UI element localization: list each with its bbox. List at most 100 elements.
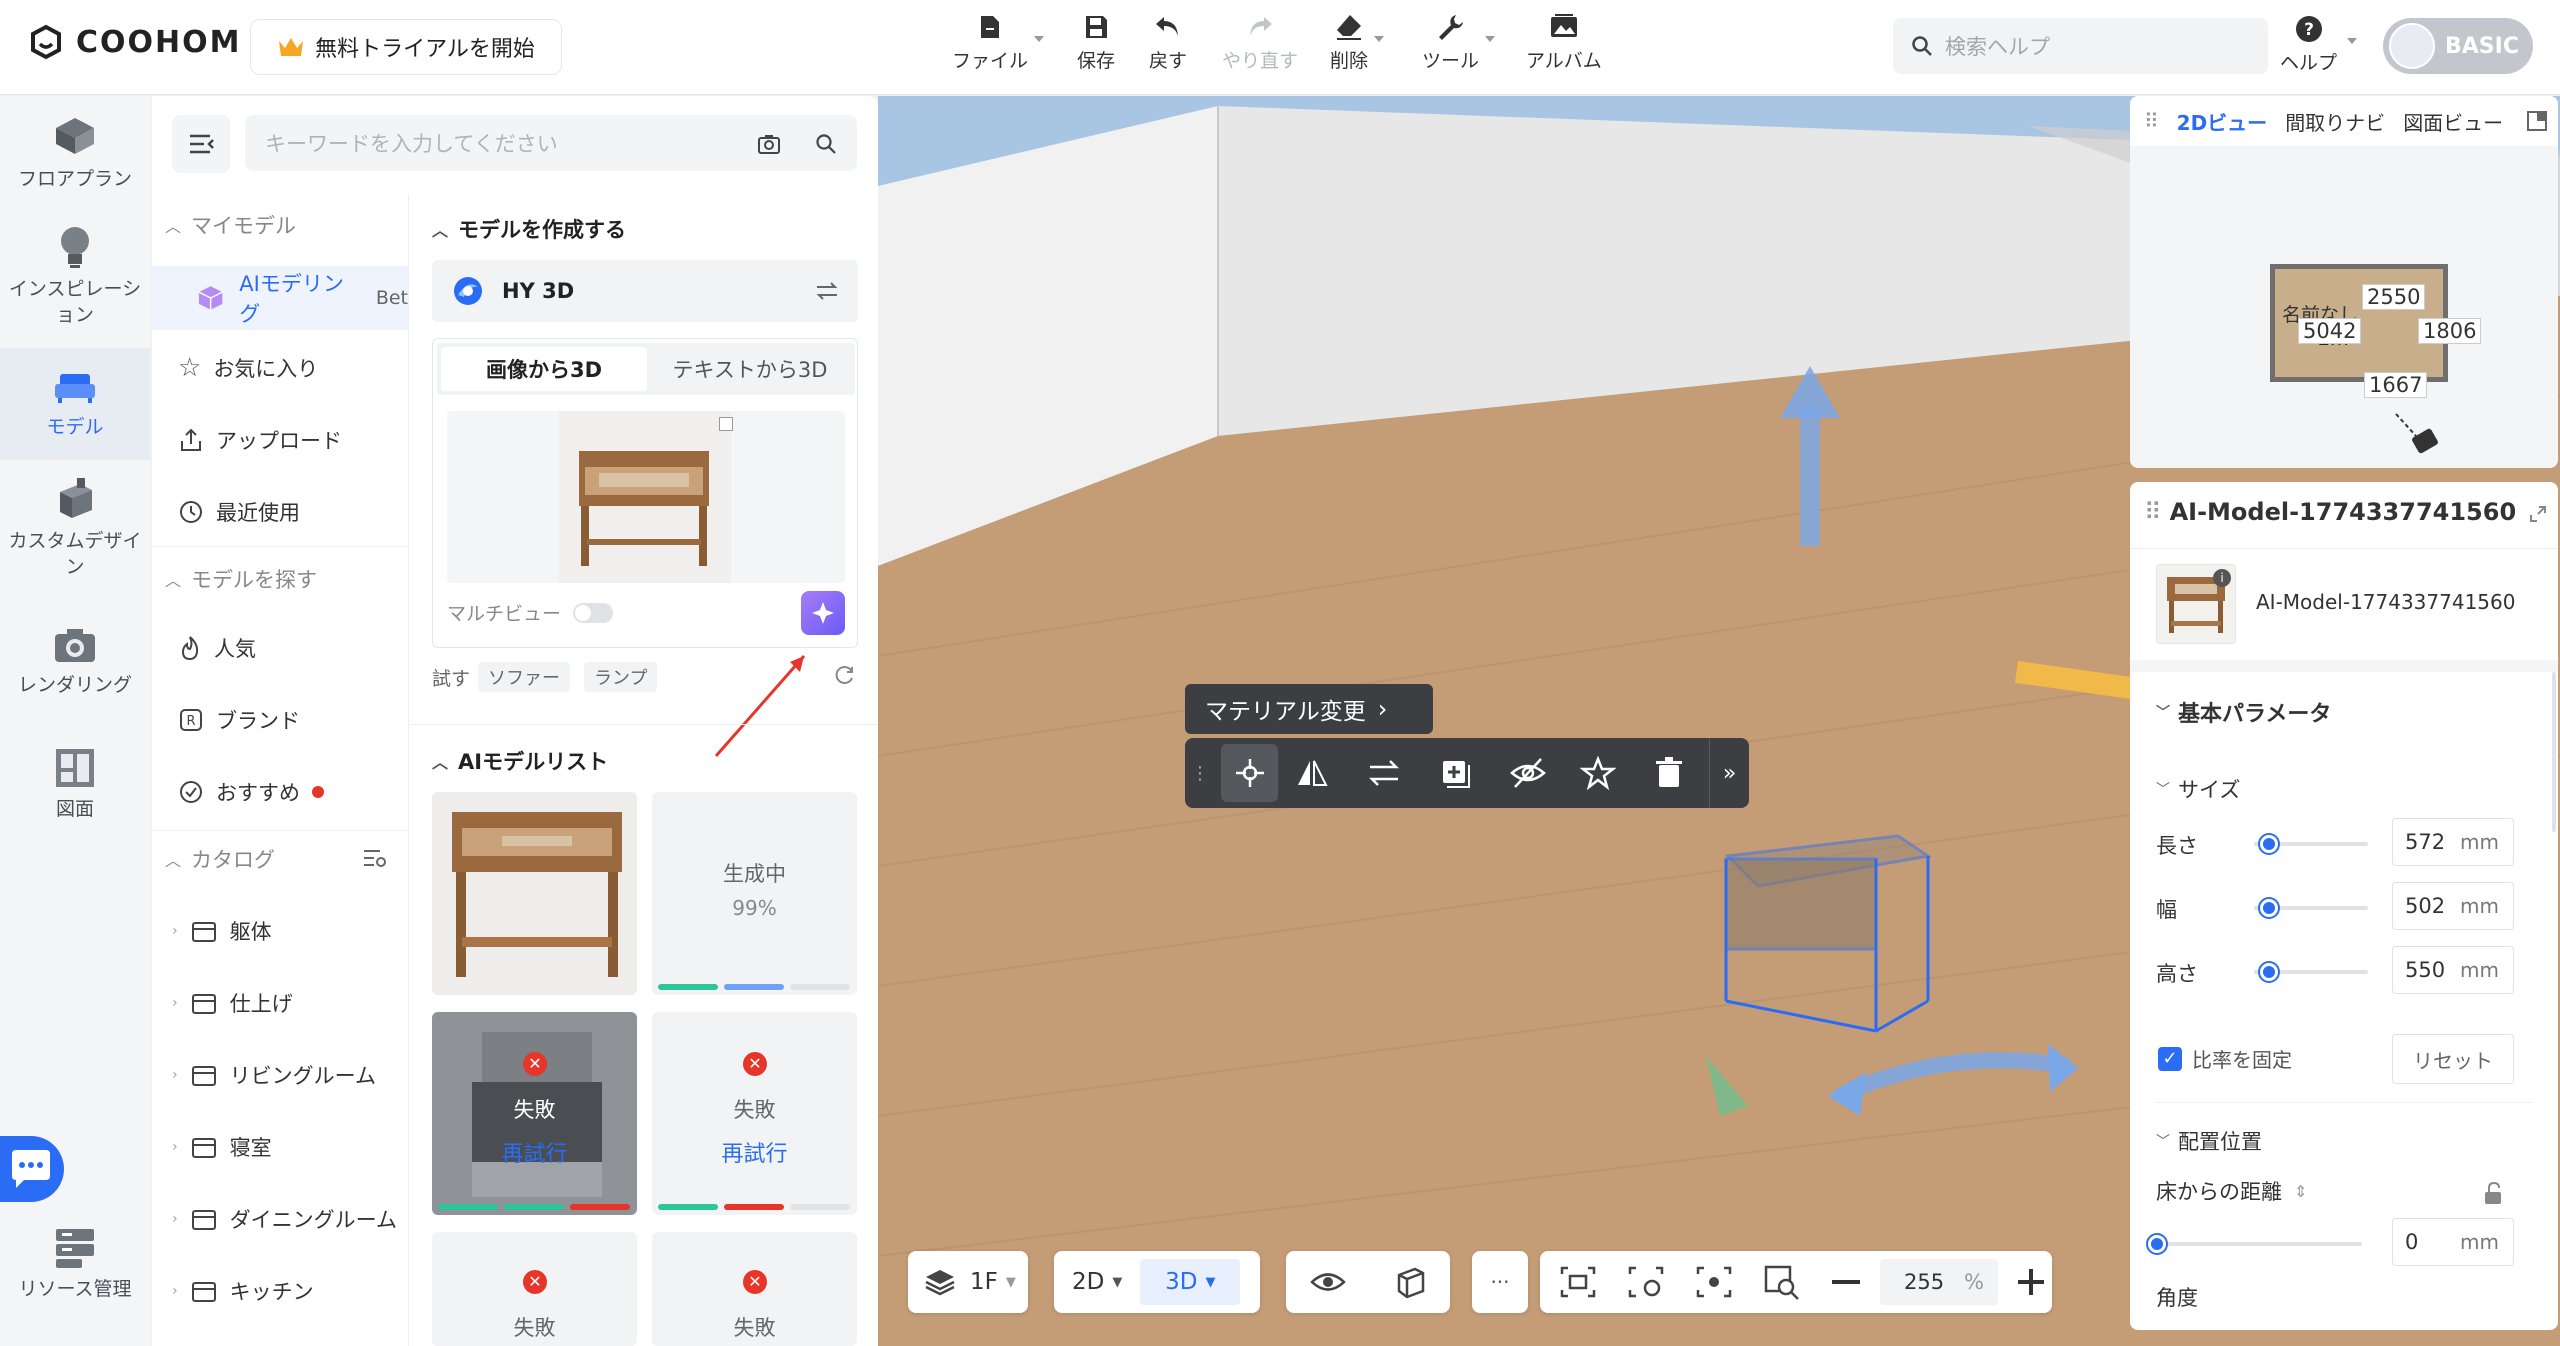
- try-tag[interactable]: ソファー: [478, 662, 571, 692]
- multiview-toggle[interactable]: [573, 602, 614, 623]
- material-change-button[interactable]: マテリアル変更 ›: [1185, 684, 1433, 734]
- box-view-icon[interactable]: [1393, 1265, 1427, 1299]
- floor-distance-slider[interactable]: [2148, 1235, 2362, 1253]
- catalog-section[interactable]: ︿ カタログ: [165, 844, 275, 874]
- generate-button[interactable]: [801, 591, 845, 635]
- view-2d-button[interactable]: 2D ▼: [1072, 1269, 1122, 1295]
- nav-floorplan[interactable]: フロアプラン: [0, 114, 150, 224]
- trial-button[interactable]: 無料トライアルを開始: [250, 19, 562, 75]
- tab-drawing-view[interactable]: 図面ビュー: [2403, 107, 2503, 136]
- more-options-button[interactable]: ···: [1472, 1251, 1528, 1313]
- height-input[interactable]: 550 mm: [2392, 946, 2514, 994]
- width-input[interactable]: 502 mm: [2392, 882, 2514, 930]
- size-section-header[interactable]: ﹀ サイズ: [2156, 774, 2240, 804]
- collapse-panel-button[interactable]: [172, 115, 230, 173]
- zoom-input[interactable]: 255 %: [1880, 1259, 1998, 1305]
- nav-rendering[interactable]: レンダリング: [0, 626, 150, 726]
- image-remove-icon[interactable]: [719, 417, 733, 431]
- reset-button[interactable]: リセット: [2392, 1034, 2514, 1084]
- mirror-button[interactable]: [1294, 755, 1349, 791]
- catalog-item[interactable]: › キッチン: [172, 1276, 314, 1306]
- undo-button[interactable]: 戻す: [1149, 12, 1187, 73]
- nav-custom-design[interactable]: カスタムデザイン: [0, 476, 150, 606]
- drag-handle-icon[interactable]: ⠿: [2144, 109, 2159, 133]
- width-slider[interactable]: [2254, 899, 2368, 917]
- model-card-generating[interactable]: 生成中 99%: [652, 792, 857, 995]
- engine-selector[interactable]: HY 3D: [432, 260, 858, 322]
- hide-button[interactable]: [1509, 755, 1564, 791]
- nav-resources[interactable]: リソース管理: [0, 1226, 150, 1326]
- chat-support-button[interactable]: [0, 1136, 64, 1202]
- try-tag[interactable]: ランプ: [584, 662, 658, 692]
- app-logo[interactable]: COOHOM: [28, 24, 242, 60]
- search-icon[interactable]: [815, 133, 837, 155]
- ai-model-list-header[interactable]: ︿ AIモデルリスト: [432, 746, 608, 776]
- catalog-item[interactable]: › ダイニングルーム: [172, 1204, 397, 1234]
- height-slider[interactable]: [2254, 963, 2368, 981]
- sidebar-item-popular[interactable]: 人気: [178, 633, 256, 663]
- image-drop-zone[interactable]: [447, 411, 845, 583]
- help-search-input[interactable]: 検索ヘルプ: [1893, 18, 2268, 74]
- drag-handle-icon[interactable]: ⋮: [1191, 763, 1209, 784]
- model-search-input[interactable]: キーワードを入力してください: [245, 115, 857, 171]
- model-card-failed-bed[interactable]: ✕ 失敗 再試行: [432, 1012, 637, 1215]
- view-3d-button[interactable]: 3D ▼: [1140, 1259, 1241, 1305]
- refresh-icon[interactable]: [834, 664, 856, 686]
- lock-ratio-checkbox[interactable]: ✓: [2158, 1046, 2182, 1071]
- model-card-failed[interactable]: ✕ 失敗: [432, 1232, 637, 1346]
- catalog-item[interactable]: › 躯体: [172, 916, 272, 946]
- filter-settings-icon[interactable]: [362, 846, 388, 870]
- more-tools-button[interactable]: »: [1709, 738, 1749, 808]
- length-slider[interactable]: [2254, 835, 2368, 853]
- user-account-button[interactable]: BASIC: [2383, 18, 2533, 74]
- slider-knob[interactable]: [2260, 835, 2278, 853]
- nav-inspiration[interactable]: インスピレーション: [0, 224, 150, 344]
- catalog-item[interactable]: › 寝室: [172, 1132, 272, 1162]
- my-models-section[interactable]: ︿ マイモデル: [165, 210, 296, 240]
- save-button[interactable]: 保存: [1077, 12, 1115, 73]
- album-button[interactable]: アルバム: [1526, 12, 1602, 73]
- sort-icon[interactable]: ⇕: [2294, 1182, 2307, 1201]
- expand-icon[interactable]: [2528, 504, 2548, 524]
- unlock-icon[interactable]: [2480, 1180, 2506, 1206]
- tab-floor-nav[interactable]: 間取りナビ: [2285, 107, 2385, 136]
- floor-selector[interactable]: 1F ▼: [908, 1251, 1028, 1313]
- sidebar-item-ai-modeling[interactable]: AIモデリング Bet: [152, 266, 408, 330]
- slider-knob[interactable]: [2260, 963, 2278, 981]
- sidebar-item-favorites[interactable]: ☆ お気に入り: [178, 353, 318, 383]
- zoom-out-button[interactable]: [1832, 1280, 1860, 1284]
- duplicate-button[interactable]: [1437, 755, 1492, 791]
- sidebar-item-recommended[interactable]: おすすめ: [178, 777, 324, 807]
- image-search-icon[interactable]: [757, 133, 781, 155]
- file-menu-button[interactable]: ファイル: [952, 12, 1045, 73]
- slider-knob[interactable]: [2260, 899, 2278, 917]
- tab-text-to-3d[interactable]: テキストから3D: [647, 347, 853, 391]
- scrollbar[interactable]: [2552, 672, 2556, 832]
- tab-2d-view[interactable]: 2Dビュー: [2177, 107, 2268, 136]
- zoom-region-icon[interactable]: [1762, 1263, 1802, 1301]
- catalog-item[interactable]: › リビングルーム: [172, 1060, 376, 1090]
- basic-params-header[interactable]: ﹀ 基本パラメータ: [2156, 696, 2331, 728]
- nav-model[interactable]: モデル: [0, 348, 150, 460]
- delete-object-button[interactable]: [1652, 755, 1702, 791]
- camera-settings-icon[interactable]: [1626, 1264, 1666, 1300]
- slider-knob[interactable]: [2148, 1235, 2166, 1253]
- create-model-header[interactable]: ︿ モデルを作成する: [432, 214, 626, 244]
- find-models-section[interactable]: ︿ モデルを探す: [165, 564, 317, 594]
- catalog-item[interactable]: › 仕上げ: [172, 988, 293, 1018]
- floor-distance-input[interactable]: 0 mm: [2392, 1218, 2514, 1266]
- camera-fit-icon[interactable]: [1558, 1264, 1598, 1300]
- retry-link[interactable]: 再試行: [652, 1136, 857, 1168]
- sidebar-item-recent[interactable]: 最近使用: [178, 497, 300, 527]
- tools-menu-button[interactable]: ツール: [1422, 12, 1496, 73]
- model-card-nightstand[interactable]: [432, 792, 637, 995]
- tab-image-to-3d[interactable]: 画像から3D: [441, 347, 647, 391]
- sidebar-item-brand[interactable]: R ブランド: [178, 705, 300, 735]
- zoom-in-icon[interactable]: [2016, 1267, 2046, 1297]
- model-card-failed[interactable]: ✕ 失敗 再試行: [652, 1012, 857, 1215]
- info-icon[interactable]: i: [2213, 569, 2231, 587]
- delete-menu-button[interactable]: 削除: [1330, 12, 1385, 73]
- length-input[interactable]: 572 mm: [2392, 818, 2514, 866]
- eye-icon[interactable]: [1309, 1267, 1346, 1297]
- retry-link[interactable]: 再試行: [432, 1136, 637, 1168]
